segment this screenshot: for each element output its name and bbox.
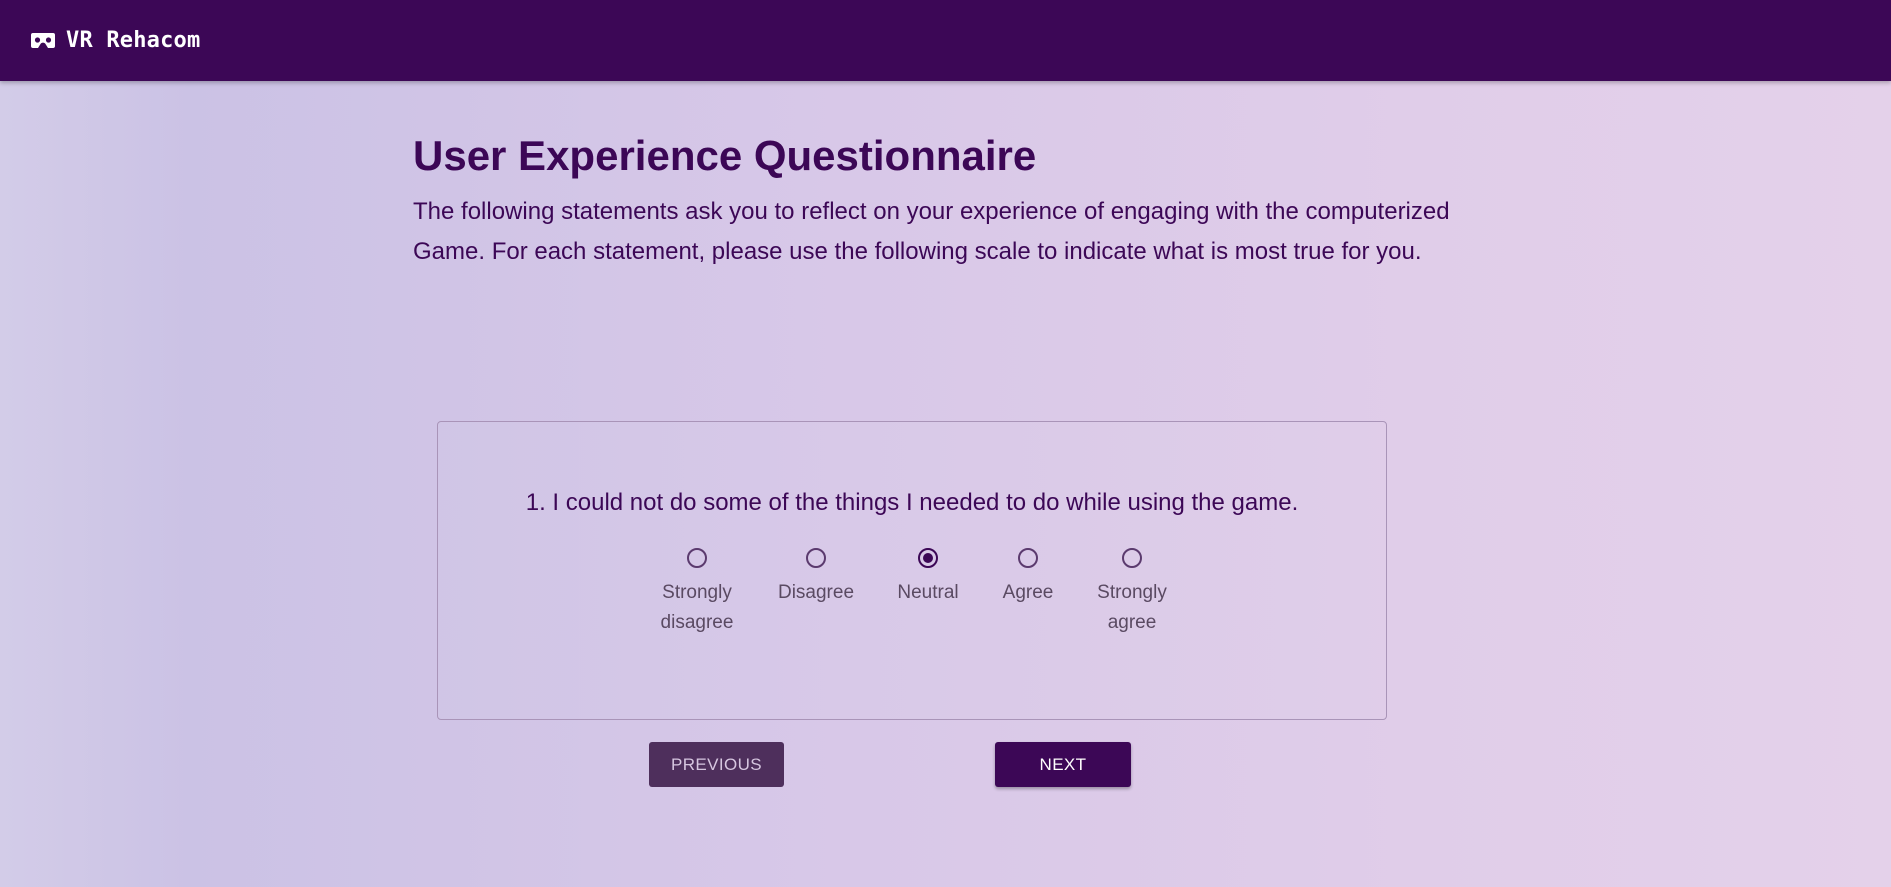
option-disagree[interactable]: Disagree (761, 548, 871, 608)
option-label: Strongly agree (1097, 582, 1167, 633)
option-label: Neutral (897, 582, 959, 603)
brand[interactable]: VR Rehacom (30, 28, 200, 53)
question-card: 1. I could not do some of the things I n… (437, 421, 1387, 720)
option-neutral[interactable]: Neutral (873, 548, 983, 608)
question-text: 1. I could not do some of the things I n… (525, 489, 1299, 516)
previous-button[interactable]: PREVIOUS (649, 742, 784, 787)
option-strongly-agree[interactable]: Strongly agree (1077, 548, 1187, 638)
app-title: VR Rehacom (66, 28, 201, 53)
option-label: Disagree (777, 582, 855, 603)
option-strongly-disagree[interactable]: Strongly disagree (642, 548, 752, 638)
radio-neutral[interactable] (918, 548, 938, 568)
page-title: User Experience Questionnaire (413, 132, 1037, 179)
next-button[interactable]: NEXT (995, 742, 1131, 787)
intro-text: The following statements ask you to refl… (413, 198, 1450, 265)
option-label: Strongly disagree (660, 582, 734, 633)
radio-disagree[interactable] (806, 548, 826, 568)
radio-strongly-disagree[interactable] (687, 548, 707, 568)
app-bar: VR Rehacom (0, 0, 1891, 81)
vr-headset-icon (30, 32, 56, 50)
likert-scale: Strongly disagree Disagree Neutral Agree (438, 548, 1386, 668)
questionnaire-intro: User Experience Questionnaire The follow… (413, 128, 1453, 272)
option-label: Agree (1002, 582, 1054, 603)
radio-agree[interactable] (1018, 548, 1038, 568)
radio-strongly-agree[interactable] (1122, 548, 1142, 568)
option-agree[interactable]: Agree (973, 548, 1083, 608)
